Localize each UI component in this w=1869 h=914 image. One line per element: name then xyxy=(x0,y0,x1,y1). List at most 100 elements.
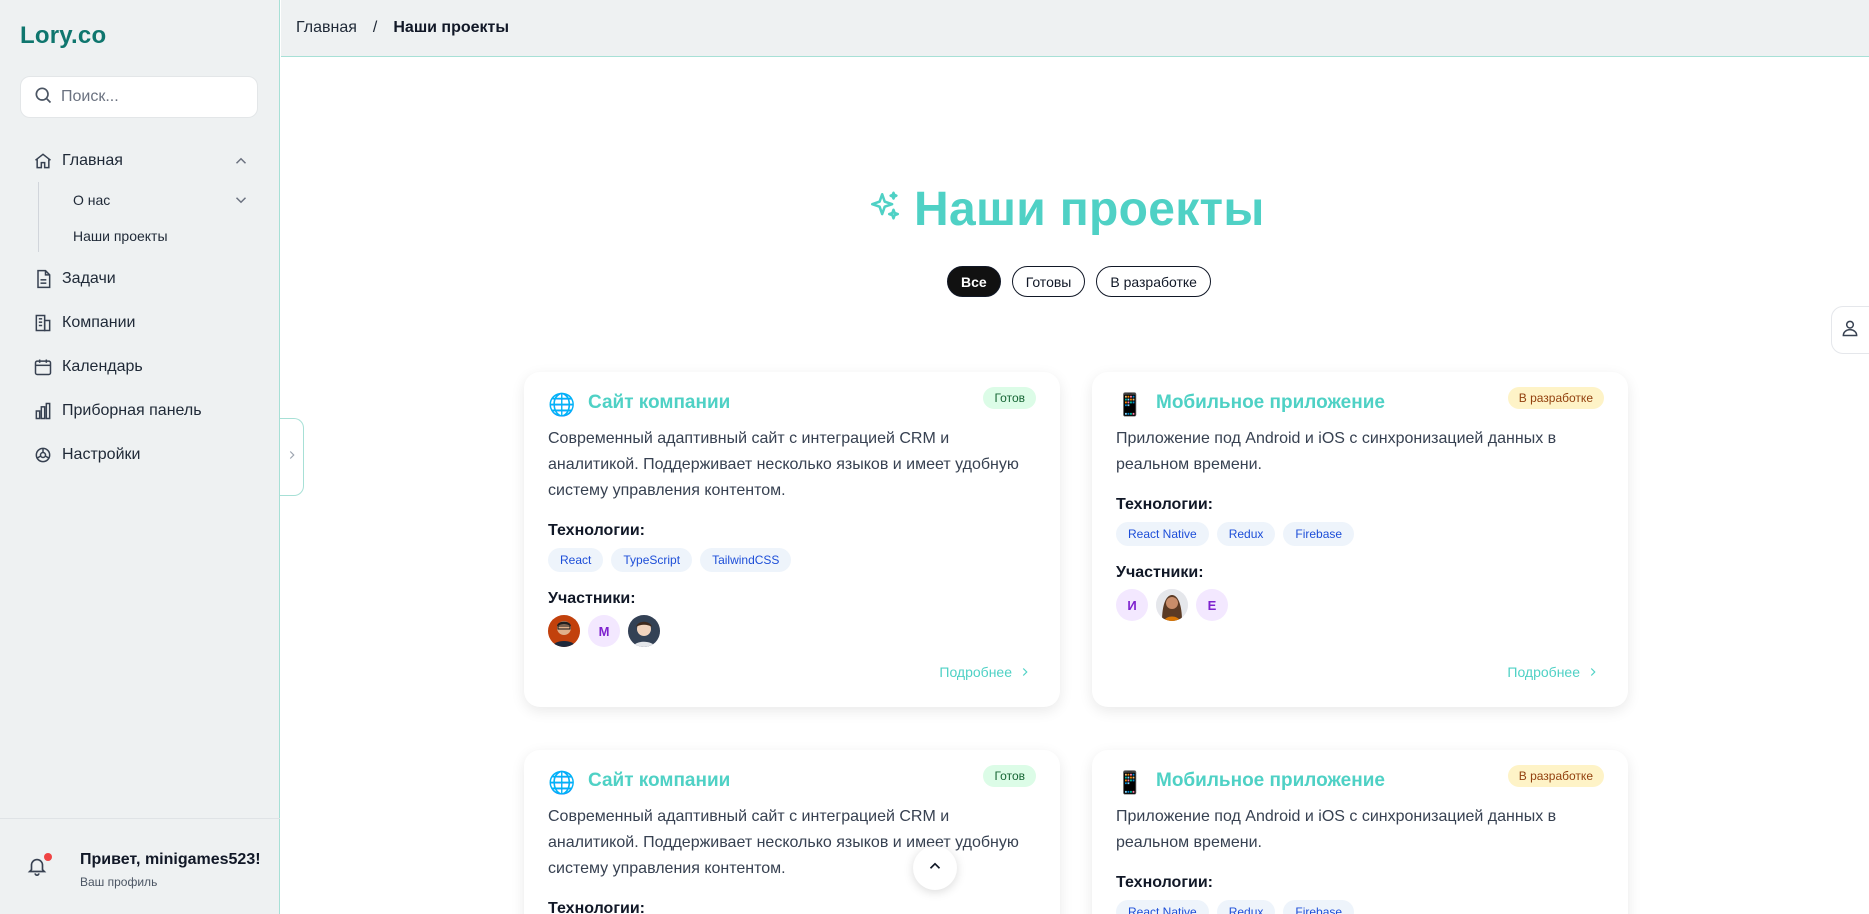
user-panel-button[interactable] xyxy=(1831,306,1869,354)
user-icon xyxy=(1840,318,1866,343)
member-avatars: И Е xyxy=(1116,589,1236,621)
details-label: Подробнее xyxy=(1507,664,1580,680)
globe-icon: 🌐 xyxy=(548,392,576,417)
sidebar: Lory.co Главная О нас Наши проекты Задач… xyxy=(0,0,280,914)
project-title[interactable]: Мобильное приложение xyxy=(1156,770,1385,792)
sidebar-subitem-projects[interactable]: Наши проекты xyxy=(60,221,260,251)
page-header: Наши проекты xyxy=(868,182,1265,237)
tech-tags: React TypeScript TailwindCSS xyxy=(548,548,799,572)
tech-tags: React Native Redux Firebase xyxy=(1116,900,1362,914)
avatar[interactable] xyxy=(628,615,660,647)
status-badge: В разработке xyxy=(1507,765,1604,787)
tech-heading: Технологии: xyxy=(1116,496,1213,513)
sidebar-item-dashboard[interactable]: Приборная панель xyxy=(20,394,260,428)
members-heading: Участники: xyxy=(1116,564,1204,581)
avatar[interactable] xyxy=(548,615,580,647)
project-card[interactable]: 📱 Мобильное приложение В разработке Прил… xyxy=(1092,372,1628,707)
status-badge: Готов xyxy=(983,765,1036,787)
greeting-text: Привет, minigames523! xyxy=(80,851,261,868)
tech-tag: Redux xyxy=(1216,522,1276,546)
sidebar-footer: Привет, minigames523! Ваш профиль xyxy=(0,818,280,914)
calendar-icon xyxy=(32,356,54,378)
project-card[interactable]: 📱 Мобильное приложение В разработке Прил… xyxy=(1092,750,1628,914)
sidebar-item-label: Задачи xyxy=(62,270,116,287)
tech-heading: Технологии: xyxy=(548,900,645,914)
tech-tag: Redux xyxy=(1216,900,1276,914)
project-title[interactable]: Сайт компании xyxy=(588,392,730,414)
project-description: Приложение под Android и iOS с синхрониз… xyxy=(1116,430,1557,473)
sidebar-subitem-about[interactable]: О нас xyxy=(60,185,260,215)
sidebar-item-tasks[interactable]: Задачи xyxy=(20,262,260,296)
mobile-phone-icon: 📱 xyxy=(1116,770,1144,795)
filter-done-button[interactable]: Готовы xyxy=(1011,266,1086,297)
bar-chart-icon xyxy=(32,400,54,422)
tech-tag: Firebase xyxy=(1283,900,1355,914)
tech-tag: React Native xyxy=(1116,522,1209,546)
project-card[interactable]: 🌐 Сайт компании Готов Современный адапти… xyxy=(524,372,1060,707)
project-title[interactable]: Мобильное приложение xyxy=(1156,392,1385,414)
sidebar-item-label: Главная xyxy=(62,152,123,169)
avatar[interactable]: М xyxy=(588,615,620,647)
chevron-down-icon[interactable] xyxy=(232,191,250,209)
project-card[interactable]: 🌐 Сайт компании Готов Современный адапти… xyxy=(524,750,1060,914)
submenu-divider xyxy=(38,182,39,252)
globe-icon: 🌐 xyxy=(548,770,576,795)
search-box[interactable] xyxy=(20,76,258,118)
sidebar-subitem-label: Наши проекты xyxy=(73,228,168,244)
sidebar-item-settings[interactable]: Настройки xyxy=(20,438,260,472)
sidebar-toggle-button[interactable] xyxy=(280,418,304,496)
details-link[interactable]: Подробнее xyxy=(939,664,1032,680)
profile-link[interactable]: Ваш профиль xyxy=(80,875,157,889)
project-description: Приложение под Android и iOS с синхрониз… xyxy=(1116,808,1557,851)
notification-dot xyxy=(44,853,52,861)
brand-logo[interactable]: Lory.co xyxy=(20,22,106,50)
chevron-right-icon xyxy=(285,448,299,467)
details-link[interactable]: Подробнее xyxy=(1507,664,1600,680)
tech-heading: Технологии: xyxy=(1116,874,1213,891)
project-description: Современный адаптивный сайт с интеграцие… xyxy=(548,430,1019,499)
sparkles-icon xyxy=(868,190,902,229)
tech-tag: TailwindCSS xyxy=(700,548,792,572)
tech-tag: TypeScript xyxy=(611,548,693,572)
avatar[interactable]: И xyxy=(1116,589,1148,621)
breadcrumb-separator: / xyxy=(372,19,378,36)
mobile-phone-icon: 📱 xyxy=(1116,392,1144,417)
sidebar-item-calendar[interactable]: Календарь xyxy=(20,350,260,384)
tech-tag: React Native xyxy=(1116,900,1209,914)
page-title: Наши проекты xyxy=(914,183,1265,236)
chevron-right-icon xyxy=(1022,668,1028,676)
breadcrumb-current: Наши проекты xyxy=(393,19,510,36)
sidebar-item-label: Приборная панель xyxy=(62,402,202,419)
filter-in-progress-button[interactable]: В разработке xyxy=(1096,266,1211,297)
tech-tag: Firebase xyxy=(1283,522,1355,546)
filter-group: Все Готовы В разработке xyxy=(947,266,1222,297)
sidebar-item-label: Календарь xyxy=(62,358,143,375)
avatar[interactable]: Е xyxy=(1196,589,1228,621)
sidebar-item-companies[interactable]: Компании xyxy=(20,306,260,340)
status-badge: Готов xyxy=(983,387,1036,409)
search-input[interactable] xyxy=(61,88,251,106)
member-avatars: М xyxy=(548,615,668,647)
scroll-to-top-button[interactable] xyxy=(913,846,957,890)
tech-tags: React Native Redux Firebase xyxy=(1116,522,1362,546)
chevron-up-icon xyxy=(926,857,944,880)
tech-tag: React xyxy=(548,548,604,572)
members-heading: Участники: xyxy=(548,590,636,607)
project-description: Современный адаптивный сайт с интеграцие… xyxy=(548,808,1019,877)
settings-icon xyxy=(32,444,54,466)
filter-all-button[interactable]: Все xyxy=(947,266,1001,297)
chevron-up-icon[interactable] xyxy=(232,152,250,170)
home-icon xyxy=(32,150,54,172)
status-badge: В разработке xyxy=(1507,387,1604,409)
breadcrumb: Главная / Наши проекты xyxy=(281,0,1869,57)
tech-heading: Технологии: xyxy=(548,522,645,539)
breadcrumb-home[interactable]: Главная xyxy=(296,19,357,37)
sidebar-subitem-label: О нас xyxy=(73,192,111,208)
sidebar-item-label: Компании xyxy=(62,314,136,331)
building-icon xyxy=(32,312,54,334)
search-icon xyxy=(33,85,53,110)
chevron-right-icon xyxy=(1590,668,1596,676)
avatar[interactable] xyxy=(1156,589,1188,621)
sidebar-item-home[interactable]: Главная xyxy=(20,144,260,178)
project-title[interactable]: Сайт компании xyxy=(588,770,730,792)
